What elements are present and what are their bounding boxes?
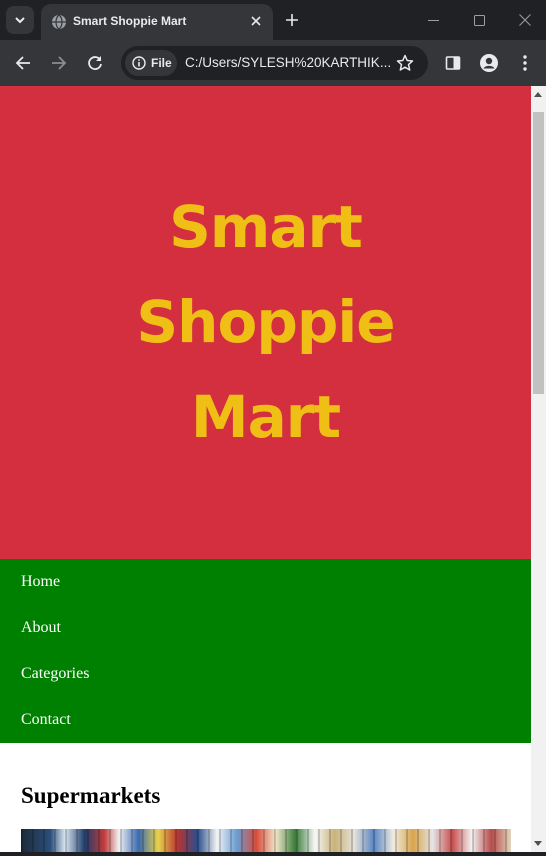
tab-close-button[interactable] <box>247 12 265 30</box>
side-panel-icon <box>445 56 461 70</box>
nav-link-contact[interactable]: Contact <box>21 711 71 729</box>
nav-link-categories[interactable]: Categories <box>21 665 89 683</box>
supermarket-image <box>21 829 511 852</box>
minimize-button[interactable] <box>423 10 443 30</box>
forward-button[interactable] <box>48 52 70 74</box>
tab-search-icon <box>15 17 25 24</box>
tab-strip: Smart Shoppie Mart <box>0 0 546 40</box>
close-icon <box>251 16 261 26</box>
new-tab-button[interactable] <box>282 10 302 30</box>
minimize-icon <box>427 19 439 21</box>
site-info-chip[interactable]: File <box>125 50 177 76</box>
maximize-icon <box>473 14 485 26</box>
active-tab[interactable]: Smart Shoppie Mart <box>41 4 273 40</box>
browser-toolbar: File C:/Users/SYLESH%20KARTHIK... <box>0 40 546 86</box>
maximize-button[interactable] <box>469 10 489 30</box>
window-bottom-edge <box>0 852 546 856</box>
profile-icon <box>480 54 498 72</box>
menu-icon <box>523 55 527 71</box>
close-window-icon <box>519 14 531 26</box>
reload-button[interactable] <box>84 52 106 74</box>
main-nav: Home About Categories Contact <box>0 559 531 743</box>
info-icon <box>132 56 146 70</box>
star-icon[interactable] <box>396 54 414 72</box>
back-button[interactable] <box>12 52 34 74</box>
nav-link-home[interactable]: Home <box>21 573 60 591</box>
scrollbar-thumb[interactable] <box>533 112 544 394</box>
back-arrow-icon <box>15 56 30 70</box>
section-title: Supermarkets <box>21 783 161 808</box>
globe-icon <box>52 14 66 30</box>
nav-link-about[interactable]: About <box>21 619 61 637</box>
scroll-down-arrow-icon[interactable] <box>534 841 542 846</box>
profile-button[interactable] <box>478 52 500 74</box>
plus-icon <box>286 14 298 26</box>
side-panel-button[interactable] <box>442 52 464 74</box>
address-bar[interactable]: File C:/Users/SYLESH%20KARTHIK... <box>121 46 428 80</box>
menu-button[interactable] <box>514 52 536 74</box>
tab-search-button[interactable] <box>6 6 34 34</box>
reload-icon <box>88 56 102 70</box>
scroll-up-arrow-icon[interactable] <box>534 92 542 97</box>
tab-title: Smart Shoppie Mart <box>73 14 187 28</box>
close-window-button[interactable] <box>515 10 535 30</box>
file-chip-label: File <box>151 56 172 70</box>
forward-arrow-icon <box>52 56 67 70</box>
web-page: Smart Shoppie Mart Home About Categories… <box>0 86 531 852</box>
url-text[interactable]: C:/Users/SYLESH%20KARTHIK... <box>185 55 391 70</box>
site-title: Smart Shoppie Mart <box>136 193 395 451</box>
page-scrollbar[interactable] <box>531 86 546 852</box>
hero-banner: Smart Shoppie Mart <box>0 86 531 559</box>
